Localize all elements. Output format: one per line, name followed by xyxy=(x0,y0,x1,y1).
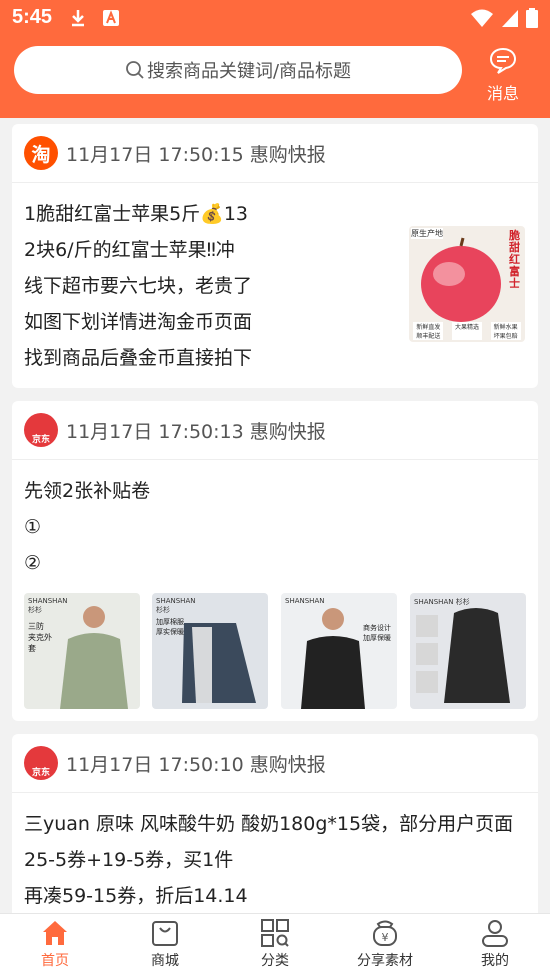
status-bar: 5:45 xyxy=(0,0,550,36)
bottom-tab-bar: 首页 商城 分类 ¥ 分享素材 我的 xyxy=(0,913,550,980)
post-card[interactable]: 淘 11月17日 17:50:15 惠购快报 1脆甜红富士苹果5斤💰13 2块6… xyxy=(12,124,538,388)
app-notification-icon xyxy=(102,8,120,33)
tab-label: 我的 xyxy=(481,953,509,969)
battery-icon xyxy=(526,8,538,33)
post-header: 京东 11月17日 17:50:10 惠购快报 xyxy=(12,734,538,793)
post-line: 三yuan 原味 风味酸牛奶 酸奶180g*15袋，部分用户页面 xyxy=(24,813,514,835)
thumbnail-row: SHANSHAN 杉杉 三防 夹克外套 SHANSHAN 杉杉 加厚棉服 厚实保… xyxy=(24,593,526,709)
post-body: 三yuan 原味 风味酸牛奶 酸奶180g*15袋，部分用户页面 25-5券+1… xyxy=(24,806,534,914)
product-thumb-parka-black[interactable]: SHANSHAN 杉杉 xyxy=(410,593,526,709)
home-icon xyxy=(15,918,95,948)
wifi-icon xyxy=(470,8,494,33)
grid-icon xyxy=(235,918,315,948)
bag-icon xyxy=(125,918,205,948)
post-line: 线下超市要六七块，老贵了 xyxy=(24,275,253,297)
image-bottom-label: 新鲜直发 顺丰配送 xyxy=(413,322,444,340)
product-image-apple[interactable]: 原生产地 脆甜红富士 新鲜直发 顺丰配送 大果精选 新鲜水果 坏果包赔 xyxy=(409,226,525,342)
jd-logo-icon: 京东 xyxy=(24,746,58,780)
post-card[interactable]: 京东 11月17日 17:50:13 惠购快报 先领2张补贴卷 ① ② SHAN… xyxy=(12,401,538,721)
user-icon xyxy=(455,918,535,948)
product-thumb-puffer-black[interactable]: SHANSHAN 商务设计 加厚保暖 xyxy=(281,593,397,709)
post-header: 淘 11月17日 17:50:15 惠购快报 xyxy=(12,124,538,183)
tab-label: 首页 xyxy=(41,953,69,969)
post-line: 找到商品后叠金币直接拍下 xyxy=(24,347,253,369)
post-line: 2块6/斤的红富士苹果‼冲 xyxy=(24,239,235,261)
chat-bubble-icon xyxy=(478,46,528,80)
taobao-logo-icon: 淘 xyxy=(24,136,58,170)
image-bottom-label: 大果精选 xyxy=(451,322,482,340)
post-time: 11月17日 17:50:10 惠购快报 xyxy=(66,753,326,776)
post-line: 如图下划详情进淘金币页面 xyxy=(24,311,253,333)
post-card[interactable]: 京东 11月17日 17:50:10 惠购快报 三yuan 原味 风味酸牛奶 酸… xyxy=(12,734,538,924)
post-body: 先领2张补贴卷 ① ② xyxy=(24,473,150,581)
post-header: 京东 11月17日 17:50:13 惠购快报 xyxy=(12,401,538,460)
post-line: 25-5券+19-5券，买1件 xyxy=(24,849,234,871)
download-icon xyxy=(68,8,88,33)
post-body: 1脆甜红富士苹果5斤💰13 2块6/斤的红富士苹果‼冲 线下超市要六七块，老贵了… xyxy=(24,196,252,376)
image-bottom-labels: 新鲜直发 顺丰配送 大果精选 新鲜水果 坏果包赔 xyxy=(409,322,525,340)
post-line: 1脆甜红富士苹果5斤💰13 xyxy=(24,203,249,225)
message-button[interactable]: 消息 xyxy=(478,46,528,103)
message-label: 消息 xyxy=(486,84,519,103)
post-time: 11月17日 17:50:15 惠购快报 xyxy=(66,143,326,166)
post-time: 11月17日 17:50:13 惠购快报 xyxy=(66,420,326,443)
tab-mall[interactable]: 商城 xyxy=(125,918,205,970)
jd-logo-icon: 京东 xyxy=(24,413,58,447)
signal-icon xyxy=(500,8,520,33)
tab-mine[interactable]: 我的 xyxy=(455,918,535,970)
post-line: 再凑59-15券，折后14.14 xyxy=(24,885,248,907)
search-placeholder: 搜索商品关键词/商品标题 xyxy=(146,61,352,82)
image-side-text: 脆甜红富士 xyxy=(509,229,520,290)
product-thumb-jacket-green[interactable]: SHANSHAN 杉杉 三防 夹克外套 xyxy=(24,593,140,709)
tab-category[interactable]: 分类 xyxy=(235,918,315,970)
product-thumb-jacket-navy[interactable]: SHANSHAN 杉杉 加厚棉服 厚实保暖 xyxy=(152,593,268,709)
tab-label: 分类 xyxy=(261,953,289,969)
svg-text:¥: ¥ xyxy=(382,931,389,944)
tab-share-material[interactable]: ¥ 分享素材 xyxy=(345,918,425,970)
image-bottom-label: 新鲜水果 坏果包赔 xyxy=(490,322,521,340)
post-line: ① xyxy=(24,516,42,538)
top-header: 5:45 搜索商品关键词/商品标题 消息 xyxy=(0,0,550,118)
tab-label: 商城 xyxy=(151,953,179,969)
tab-home[interactable]: 首页 xyxy=(15,918,95,970)
post-line: ② xyxy=(24,552,42,574)
post-line: 先领2张补贴卷 xyxy=(24,480,151,502)
tab-label: 分享素材 xyxy=(357,953,413,969)
status-time: 5:45 xyxy=(12,6,53,28)
search-input[interactable]: 搜索商品关键词/商品标题 xyxy=(14,46,462,94)
search-icon xyxy=(125,60,145,80)
share-material-icon: ¥ xyxy=(345,918,425,948)
